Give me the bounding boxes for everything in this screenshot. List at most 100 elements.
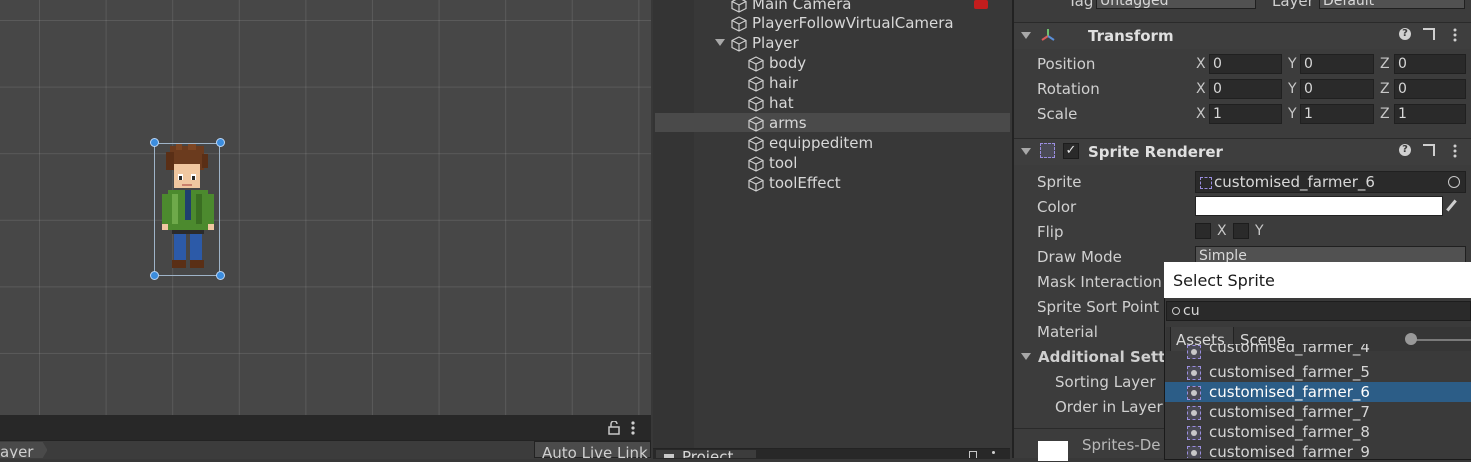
enabled-checkbox[interactable]: ✓: [1063, 143, 1079, 159]
hierarchy-item-playerfollowvirtualcamera[interactable]: PlayerFollowVirtualCamera: [731, 13, 954, 33]
sprite-renderer-title: Sprite Renderer: [1088, 143, 1223, 161]
material-preview-label: Sprites-De: [1082, 436, 1161, 454]
gameobject-icon: [748, 115, 764, 132]
popup-search-field[interactable]: cu: [1166, 301, 1471, 321]
component-menu-icon[interactable]: [1452, 27, 1458, 47]
auto-live-link-label: Auto Live Link: [542, 444, 648, 462]
flip-x-checkbox[interactable]: [1195, 223, 1211, 239]
project-menu-icon[interactable]: [992, 451, 995, 454]
transform-foldout-arrow[interactable]: [1021, 32, 1031, 39]
hierarchy-item-body[interactable]: body: [748, 53, 806, 73]
rotation-y-field[interactable]: 0: [1300, 79, 1374, 99]
hierarchy-item-hair[interactable]: hair: [748, 73, 798, 93]
hierarchy-item-hat[interactable]: hat: [748, 93, 794, 113]
sprite-list-item[interactable]: customised_farmer_4: [1165, 344, 1471, 362]
project-lock-icon[interactable]: [969, 451, 977, 458]
search-icon: [1172, 307, 1180, 315]
tag-dropdown[interactable]: Untagged: [1096, 0, 1256, 9]
flip-y-label: Y: [1255, 223, 1264, 239]
order-in-layer-label: Order in Layer: [1055, 398, 1163, 416]
scale-x-axis: X: [1196, 106, 1206, 122]
transform-icon: [1041, 29, 1055, 41]
tab-project[interactable]: Project: [656, 450, 756, 458]
gameobject-icon: [748, 95, 764, 112]
scale-z-field[interactable]: 1: [1394, 104, 1466, 124]
hierarchy-item-tooleffect[interactable]: toolEffect: [748, 173, 841, 193]
sprite-asset-icon: [1200, 176, 1212, 189]
rect-handle-tl[interactable]: [150, 138, 159, 147]
gameobject-icon: [748, 175, 764, 192]
hierarchy-item-main-camera[interactable]: Main Camera: [731, 0, 851, 14]
component-menu-icon[interactable]: [1452, 143, 1458, 163]
object-picker-icon[interactable]: [1448, 176, 1460, 188]
scene-view[interactable]: [0, 0, 651, 415]
search-input[interactable]: cu: [1183, 302, 1200, 320]
hierarchy-item-player[interactable]: Player: [731, 33, 799, 53]
sprite-list-item-selected[interactable]: customised_farmer_6: [1165, 382, 1471, 402]
gameobject-icon: [748, 75, 764, 92]
expand-arrow-icon[interactable]: [715, 39, 725, 46]
hierarchy-item-tool[interactable]: tool: [748, 153, 797, 173]
rotation-z-field[interactable]: 0: [1394, 79, 1466, 99]
auto-live-link-button[interactable]: Auto Live Link: [534, 441, 651, 462]
flip-y-checkbox[interactable]: [1233, 223, 1249, 239]
rotation-y-axis: Y: [1288, 81, 1297, 97]
position-y-field[interactable]: 0: [1300, 54, 1374, 74]
sprite-list-item[interactable]: customised_farmer_5: [1165, 362, 1471, 382]
sprite-asset-icon: [1187, 405, 1201, 420]
sprite-list-item[interactable]: customised_farmer_7: [1165, 402, 1471, 422]
sprite-asset-icon: [1187, 425, 1201, 440]
rect-handle-br[interactable]: [216, 271, 225, 280]
flip-label: Flip: [1037, 223, 1064, 241]
hierarchy-item-arms[interactable]: arms: [748, 113, 807, 133]
camera-gizmo-icon: [974, 0, 988, 9]
additional-settings-arrow[interactable]: [1021, 353, 1031, 360]
gameobject-icon: [748, 135, 764, 152]
sprite-asset-icon: [1187, 445, 1201, 458]
layer-dropdown[interactable]: Default: [1319, 0, 1465, 9]
sprite-asset-icon: [1187, 365, 1201, 380]
popup-titlebar: Select Sprite: [1164, 262, 1471, 298]
rotation-label: Rotation: [1037, 80, 1100, 98]
color-label: Color: [1037, 198, 1077, 216]
hierarchy-gutter: [653, 0, 694, 448]
scale-x-field[interactable]: 1: [1209, 104, 1282, 124]
sprite-sort-point-label: Sprite Sort Point: [1037, 298, 1160, 316]
scale-y-field[interactable]: 1: [1300, 104, 1374, 124]
tab-project-label: Project: [682, 450, 733, 458]
rotation-x-axis: X: [1196, 81, 1206, 97]
sprite-list-item[interactable]: customised_farmer_8: [1165, 422, 1471, 442]
popup-title: Select Sprite: [1173, 271, 1275, 290]
lock-icon[interactable]: [608, 420, 620, 439]
color-swatch[interactable]: [1195, 196, 1443, 216]
sprite-label: Sprite: [1037, 173, 1082, 191]
sprite-field[interactable]: customised_farmer_6: [1195, 171, 1466, 193]
gameobject-icon: [748, 55, 764, 72]
breadcrumb[interactable]: ayer: [0, 442, 48, 458]
scale-z-axis: Z: [1380, 106, 1390, 122]
hierarchy-item-equippeditem[interactable]: equippeditem: [748, 133, 873, 153]
sprite-renderer-foldout-arrow[interactable]: [1021, 148, 1031, 155]
flip-x-label: X: [1217, 223, 1227, 239]
help-icon[interactable]: ?: [1399, 144, 1411, 156]
tag-label: Tag: [1068, 0, 1094, 10]
kebab-menu-icon[interactable]: [630, 420, 636, 440]
position-z-field[interactable]: 0: [1394, 54, 1466, 74]
rect-handle-bl[interactable]: [150, 271, 159, 280]
presets-icon[interactable]: [1423, 28, 1435, 40]
material-preview-swatch: [1038, 441, 1068, 461]
sorting-layer-label: Sorting Layer: [1055, 373, 1156, 391]
sprite-asset-icon: [1187, 344, 1201, 359]
help-icon[interactable]: ?: [1399, 28, 1411, 40]
preview-size-slider-track[interactable]: [1410, 339, 1471, 341]
gameobject-icon: [731, 35, 747, 52]
player-sprite[interactable]: [160, 144, 216, 272]
draw-mode-label: Draw Mode: [1037, 248, 1122, 266]
sprite-renderer-icon: [1040, 143, 1055, 158]
sprite-list-item[interactable]: customised_farmer_9: [1165, 442, 1471, 458]
position-x-field[interactable]: 0: [1209, 54, 1282, 74]
rotation-x-field[interactable]: 0: [1209, 79, 1282, 99]
rect-handle-tr[interactable]: [216, 138, 225, 147]
transform-title: Transform: [1088, 27, 1174, 45]
presets-icon[interactable]: [1423, 144, 1435, 156]
